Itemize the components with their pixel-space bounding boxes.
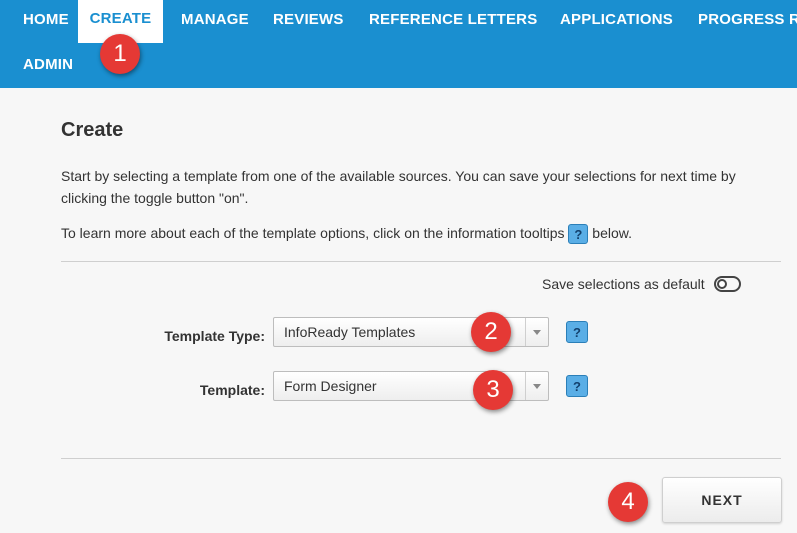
step-marker-3: 3 [473,370,513,410]
nav-admin[interactable]: ADMIN [23,56,73,73]
nav-applications[interactable]: APPLICATIONS [560,11,673,28]
nav-reference-letters[interactable]: REFERENCE LETTERS [369,11,537,28]
template-type-value: InfoReady Templates [284,324,416,340]
tooltip-hint-text: To learn more about each of the template… [61,225,565,241]
intro-text-line-2: clicking the toggle button "on". [61,190,249,206]
nav-manage[interactable]: MANAGE [181,11,249,28]
help-icon: ? [568,224,589,245]
toggle-knob [717,279,727,289]
template-help-icon[interactable]: ? [566,375,588,397]
intro-text-line-1: Start by selecting a template from one o… [61,168,736,184]
template-value: Form Designer [284,378,377,394]
tooltip-hint-suffix: below. [592,225,632,241]
save-default-toggle[interactable] [714,276,741,292]
tooltip-hint: To learn more about each of the template… [61,222,632,245]
divider-bottom [61,458,781,459]
step-marker-2: 2 [471,312,511,352]
template-label: Template: [199,382,265,398]
page-title: Create [61,119,124,141]
save-default-label: Save selections as default [542,276,705,292]
nav-progress-reports[interactable]: PROGRESS R [698,11,797,28]
nav-reviews[interactable]: REVIEWS [273,11,344,28]
divider-top [61,261,781,262]
template-type-label: Template Type: [164,328,265,344]
nav-home[interactable]: HOME [23,11,69,28]
chevron-down-icon[interactable] [525,318,548,346]
chevron-down-icon[interactable] [525,372,548,400]
step-marker-1: 1 [100,34,140,74]
step-marker-4: 4 [608,482,648,522]
next-button[interactable]: NEXT [662,477,782,523]
template-type-help-icon[interactable]: ? [566,321,588,343]
